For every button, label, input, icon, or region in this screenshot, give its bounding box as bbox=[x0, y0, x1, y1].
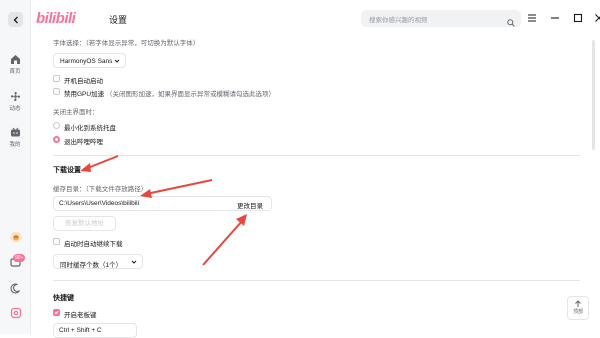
sidebar-item-home[interactable]: 首页 bbox=[0, 54, 30, 75]
annotation-arrow bbox=[202, 214, 247, 266]
fan-icon bbox=[10, 91, 20, 102]
exit-app-label: 退出哔哩哔哩 bbox=[64, 139, 103, 146]
divider bbox=[53, 155, 580, 156]
close-main-label: 关闭主界面时： bbox=[53, 109, 99, 116]
sidebar-item-label: 我的 bbox=[9, 142, 21, 148]
home-icon bbox=[10, 55, 20, 64]
close-button[interactable] bbox=[592, 11, 600, 25]
disable-gpu-label: 禁用GPU加速 bbox=[64, 91, 105, 98]
cache-dir-path: C:\Users\User\Videos\bilibili bbox=[59, 200, 140, 207]
divider bbox=[53, 280, 580, 281]
sidebar-item-label: 动态 bbox=[9, 106, 21, 112]
boss-key-checkbox[interactable] bbox=[53, 309, 60, 316]
avatar-icon bbox=[10, 231, 21, 242]
boss-key-combo-field[interactable]: Ctrl + Shift + C bbox=[53, 323, 137, 338]
minimize-tray-radio[interactable] bbox=[53, 122, 60, 129]
autostart-label: 开机自动启动 bbox=[64, 78, 103, 85]
font-select[interactable]: HarmonyOS Sans bbox=[53, 53, 126, 68]
annotation-arrow bbox=[80, 155, 119, 172]
chevron-left-icon bbox=[13, 16, 18, 23]
minimize-tray-label: 最小化到系统托盘 bbox=[64, 125, 116, 132]
tv-icon bbox=[10, 127, 20, 137]
arrow-up-icon bbox=[575, 300, 581, 307]
maximize-icon bbox=[573, 13, 583, 23]
notification-badge: 99+ bbox=[13, 254, 26, 262]
annotation-arrows bbox=[80, 155, 247, 266]
restore-default-button[interactable]: 恢复默认地址 bbox=[53, 216, 116, 231]
boss-key-label: 开启老板键 bbox=[64, 312, 97, 319]
disable-gpu-note: （关闭图形加速，如果界面显示异常或模糊请勾选此选项） bbox=[106, 91, 275, 98]
theme-toggle-button[interactable] bbox=[9, 282, 22, 295]
concurrent-select[interactable]: 同时缓存个数（1个） bbox=[53, 254, 143, 269]
minimize-icon bbox=[551, 17, 559, 19]
sidebar: 首页 动态 我的 99+ bbox=[0, 0, 31, 334]
sidebar-item-label: 首页 bbox=[9, 69, 21, 75]
maximize-button[interactable] bbox=[571, 11, 585, 25]
font-select-label: 字体选择：（若字体显示异常，可切换为默认字体） bbox=[53, 40, 200, 47]
avatar[interactable] bbox=[9, 230, 22, 243]
boss-key-combo: Ctrl + Shift + C bbox=[59, 327, 102, 334]
minimize-button[interactable] bbox=[548, 11, 562, 25]
sidebar-item-dynamic[interactable]: 动态 bbox=[0, 91, 30, 112]
moon-icon bbox=[10, 283, 20, 294]
scrollbar[interactable] bbox=[592, 40, 595, 150]
chevron-down-icon bbox=[131, 259, 137, 267]
page-title: 设置 bbox=[109, 15, 128, 25]
cache-dir-label: 缓存目录：（下载文件存放路径） bbox=[53, 186, 148, 193]
close-icon bbox=[595, 14, 600, 22]
menu-button[interactable] bbox=[525, 11, 539, 25]
back-to-top-button[interactable]: 顶部 bbox=[567, 296, 589, 320]
title-bar: bilibili 设置 搜索你感兴趣的视频 bbox=[30, 0, 600, 36]
shortcut-section-title: 快捷键 bbox=[53, 295, 74, 302]
search-placeholder: 搜索你感兴趣的视频 bbox=[369, 17, 428, 24]
change-dir-button[interactable]: 更改目录 bbox=[237, 200, 263, 210]
exit-app-radio[interactable] bbox=[53, 136, 60, 143]
search-input[interactable]: 搜索你感兴趣的视频 bbox=[361, 10, 521, 27]
back-button[interactable] bbox=[8, 12, 23, 27]
settings-button[interactable] bbox=[9, 306, 22, 319]
download-section-title: 下载设置 bbox=[53, 167, 81, 174]
auto-resume-checkbox[interactable] bbox=[53, 238, 60, 245]
disable-gpu-checkbox[interactable] bbox=[53, 88, 60, 95]
bilibili-logo: bilibili bbox=[36, 10, 76, 27]
chevron-down-icon bbox=[114, 58, 120, 66]
font-select-value: HarmonyOS Sans bbox=[60, 58, 113, 65]
back-to-top-label: 顶部 bbox=[572, 309, 583, 315]
search-icon[interactable] bbox=[507, 14, 515, 32]
auto-resume-label: 启动时自动继续下载 bbox=[64, 241, 123, 248]
sidebar-item-mine[interactable]: 我的 bbox=[0, 127, 30, 148]
autostart-checkbox[interactable] bbox=[53, 75, 60, 82]
concurrent-select-value: 同时缓存个数（1个） bbox=[60, 262, 123, 269]
menu-icon bbox=[528, 14, 536, 22]
check-icon bbox=[54, 310, 59, 315]
gear-icon bbox=[10, 307, 21, 318]
